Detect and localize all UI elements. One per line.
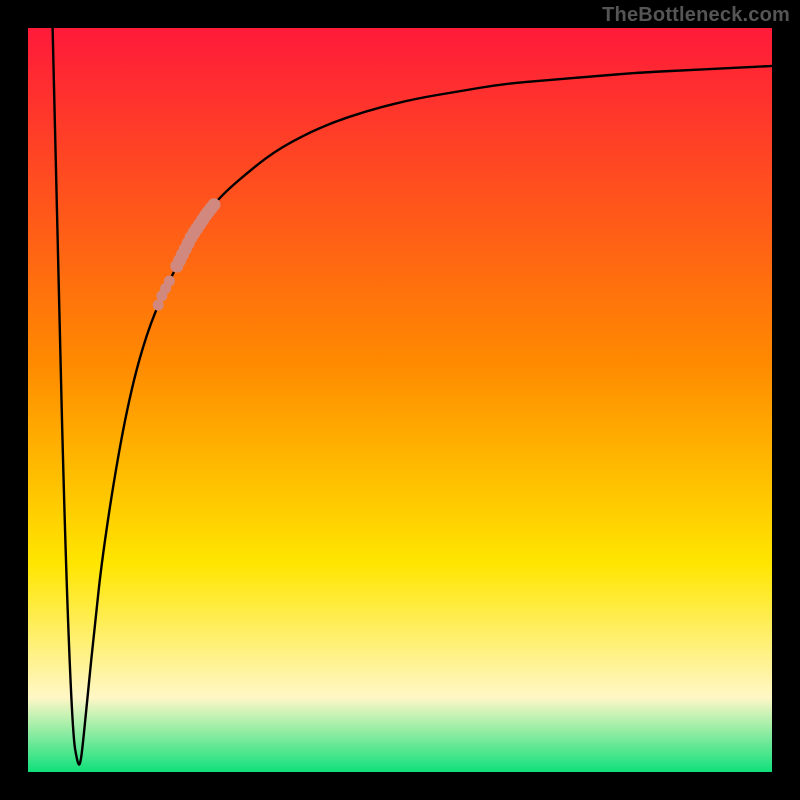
highlight-dot	[164, 276, 175, 287]
watermark-label: TheBottleneck.com	[602, 4, 790, 27]
highlight-dot	[208, 198, 221, 211]
chart-stage: TheBottleneck.com	[0, 0, 800, 800]
bottleneck-chart	[0, 0, 800, 800]
plot-area	[28, 28, 772, 772]
